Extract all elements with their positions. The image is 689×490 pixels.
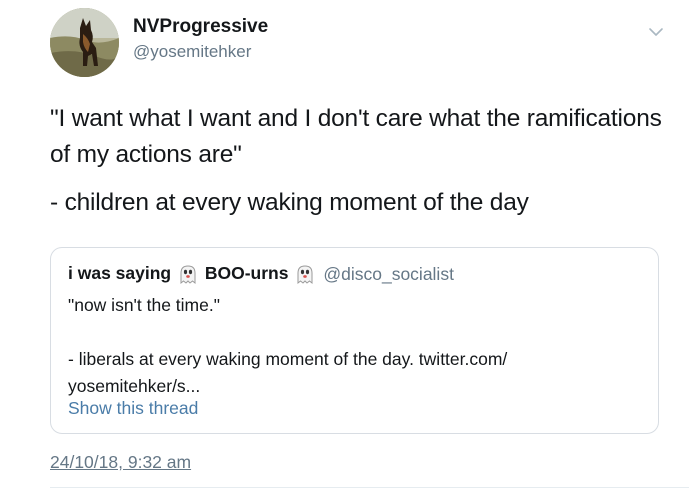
quoted-text-spacer [68, 319, 643, 346]
show-thread-link[interactable]: Show this thread [68, 398, 198, 419]
quoted-author-name-part-2: BOO-urns [204, 263, 289, 283]
tweet-text-line-2: - children at every waking moment of the… [50, 189, 529, 216]
quoted-text-line-1: "now isn't the time." [68, 295, 220, 315]
quoted-tweet-text: "now isn't the time." - liberals at ever… [68, 292, 643, 400]
dog-photo-avatar-icon [50, 8, 119, 77]
tweet-text: "I want what I want and I don't care wha… [50, 101, 675, 221]
chevron-down-icon[interactable] [648, 24, 664, 40]
quoted-tweet-header: i was saying BOO-urns @disco_socialist [68, 263, 454, 285]
quoted-author-name-part-1: i was saying [68, 263, 176, 283]
quoted-author-handle[interactable]: @disco_socialist [323, 264, 454, 285]
quoted-text-line-2: - liberals at every waking moment of the… [68, 349, 508, 369]
quoted-author-name[interactable]: i was saying BOO-urns [68, 263, 317, 285]
divider [50, 487, 689, 488]
ghost-emoji-icon [297, 265, 313, 285]
quoted-tweet-card[interactable]: i was saying BOO-urns @disco_socialist "… [50, 247, 659, 434]
tweet-timestamp[interactable]: 24/10/18, 9:32 am [50, 452, 191, 473]
avatar[interactable] [50, 8, 119, 77]
user-handle[interactable]: @yosemitehker [133, 42, 251, 62]
ghost-emoji-icon [180, 265, 196, 285]
quoted-text-line-3: yosemitehker/s... [68, 376, 201, 396]
tweet-text-line-1: "I want what I want and I don't care wha… [50, 105, 662, 168]
display-name[interactable]: NVProgressive [133, 16, 268, 38]
